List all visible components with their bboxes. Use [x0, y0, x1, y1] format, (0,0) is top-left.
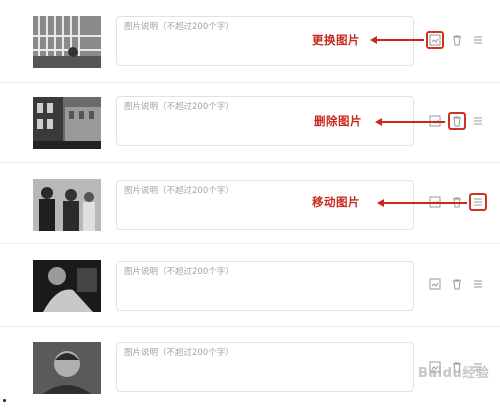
- image-row-1: 图片说明（不超过200个字） 更换图片: [0, 0, 500, 83]
- caption-field-2[interactable]: 图片说明（不超过200个字）: [116, 96, 414, 146]
- thumbnail-2[interactable]: [33, 97, 101, 149]
- thumbnail-4[interactable]: [33, 260, 101, 312]
- annotation-move: 移动图片: [312, 195, 360, 209]
- bullet-dot: [3, 399, 6, 402]
- caption-placeholder: 图片说明（不超过200个字）: [124, 22, 234, 32]
- replace-image-icon[interactable]: [429, 34, 441, 46]
- caption-placeholder: 图片说明（不超过200个字）: [124, 348, 234, 358]
- annotation-replace: 更换图片: [312, 33, 360, 47]
- trash-icon[interactable]: [451, 115, 463, 127]
- caption-placeholder: 图片说明（不超过200个字）: [124, 102, 234, 112]
- image-row-3: 图片说明（不超过200个字） 移动图片: [0, 163, 500, 244]
- trash-icon[interactable]: [451, 278, 463, 290]
- caption-placeholder: 图片说明（不超过200个字）: [124, 267, 234, 277]
- caption-field-3[interactable]: 图片说明（不超过200个字）: [116, 180, 414, 230]
- thumbnail-5[interactable]: [33, 342, 101, 394]
- arrow-icon: [377, 199, 467, 207]
- caption-placeholder: 图片说明（不超过200个字）: [124, 186, 234, 196]
- thumbnail-1[interactable]: [33, 16, 101, 68]
- image-row-2: 图片说明（不超过200个字） 删除图片: [0, 82, 500, 163]
- caption-field-4[interactable]: 图片说明（不超过200个字）: [116, 261, 414, 311]
- drag-handle-icon[interactable]: [472, 278, 484, 290]
- caption-field-5[interactable]: 图片说明（不超过200个字）: [116, 342, 414, 392]
- drag-handle-icon[interactable]: [472, 115, 484, 127]
- annotation-delete: 删除图片: [314, 114, 362, 128]
- thumbnail-3[interactable]: [33, 179, 101, 231]
- baidu-watermark: Baidu经验: [418, 366, 490, 381]
- drag-handle-icon[interactable]: [472, 34, 484, 46]
- image-row-4: 图片说明（不超过200个字）: [0, 244, 500, 327]
- trash-icon[interactable]: [451, 34, 463, 46]
- drag-handle-icon[interactable]: [472, 196, 484, 208]
- replace-image-icon[interactable]: [429, 278, 441, 290]
- arrow-icon: [370, 36, 424, 44]
- arrow-icon: [375, 118, 445, 126]
